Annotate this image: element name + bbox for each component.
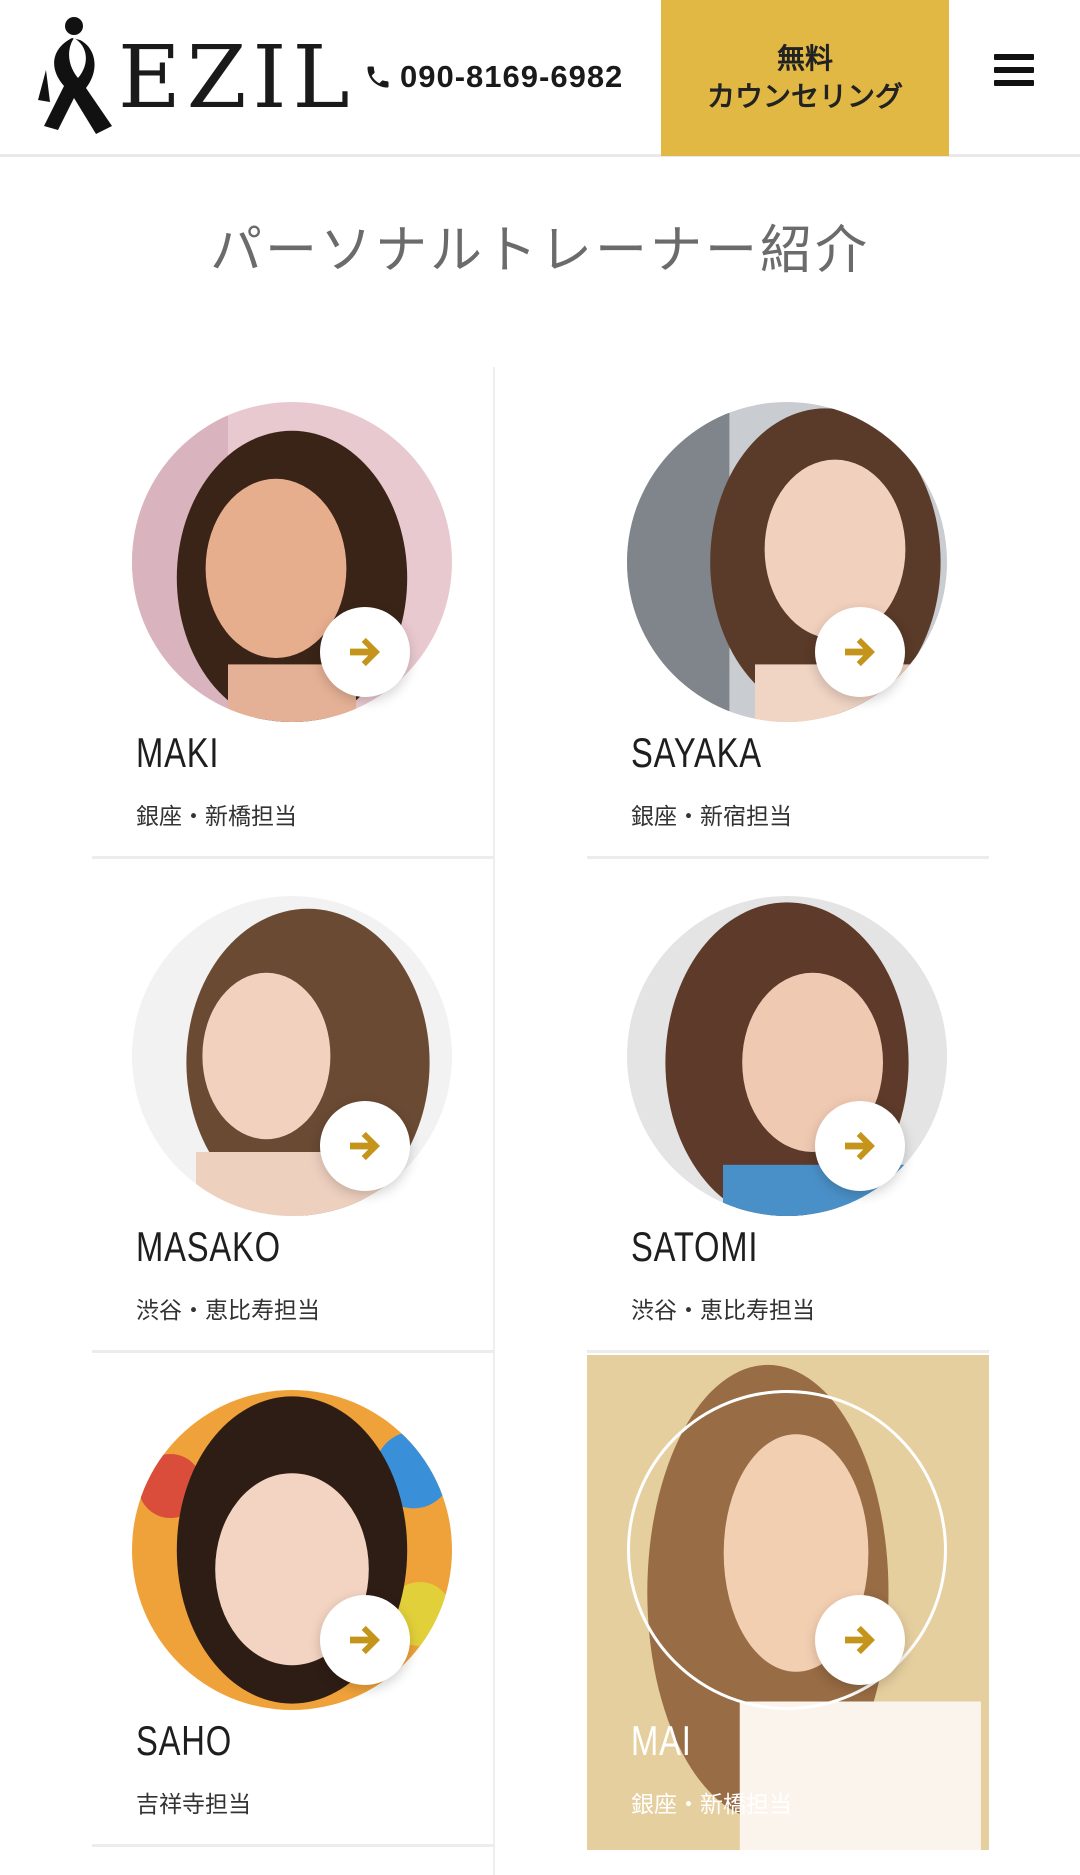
arrow-right-icon: [845, 1625, 875, 1655]
trainer-name: MAKI: [136, 729, 220, 776]
arrow-right-icon: [350, 637, 380, 667]
trainer-area: 銀座・新橋担当: [136, 804, 297, 830]
trainer-area: 吉祥寺担当: [136, 1792, 251, 1818]
trainer-name: MAI: [631, 1717, 692, 1764]
page-title: パーソナルトレーナー紹介: [209, 221, 870, 281]
profile-arrow-button[interactable]: [320, 1595, 410, 1685]
card-divider: [92, 1350, 494, 1353]
hamburger-menu-icon[interactable]: [994, 54, 1034, 88]
profile-arrow-button[interactable]: [815, 1101, 905, 1191]
card-divider: [587, 856, 989, 859]
arrow-right-icon: [845, 637, 875, 667]
profile-arrow-button[interactable]: [320, 1101, 410, 1191]
phone-number: 090-8169-6982: [400, 59, 624, 94]
profile-arrow-button[interactable]: [320, 607, 410, 697]
site-logo[interactable]: EZIL: [34, 8, 350, 140]
trainer-card-mai[interactable]: MAI 銀座・新橋担当: [587, 1355, 989, 1850]
trainer-name: SATOMI: [631, 1223, 759, 1270]
site-header: EZIL 090-8169-6982 無料 カウンセリング: [0, 0, 1080, 157]
trainer-area: 銀座・新宿担当: [631, 804, 792, 830]
arrow-right-icon: [350, 1131, 380, 1161]
trainer-name: MASAKO: [136, 1223, 281, 1270]
profile-arrow-button[interactable]: [815, 607, 905, 697]
trainer-area: 銀座・新橋担当: [631, 1792, 792, 1818]
card-divider: [587, 1350, 989, 1353]
trainer-name: SAHO: [136, 1717, 232, 1764]
card-divider: [92, 1844, 494, 1847]
cta-line2: カウンセリング: [706, 80, 903, 113]
trainer-card-maki[interactable]: MAKI 銀座・新橋担当: [92, 367, 494, 859]
trainer-card-satomi[interactable]: SATOMI 渋谷・恵比寿担当: [587, 861, 989, 1353]
logo-text: EZIL: [118, 28, 356, 128]
ribbon-figure-logo-icon: [38, 17, 112, 134]
trainer-card-saho[interactable]: SAHO 吉祥寺担当: [92, 1355, 494, 1847]
trainer-area: 渋谷・恵比寿担当: [136, 1298, 320, 1324]
trainer-name: SAYAKA: [631, 729, 762, 776]
cta-line1: 無料: [776, 42, 833, 75]
arrow-right-icon: [350, 1625, 380, 1655]
trainer-area: 渋谷・恵比寿担当: [631, 1298, 815, 1324]
card-divider: [92, 856, 494, 859]
phone-icon: [367, 66, 389, 88]
profile-arrow-button[interactable]: [815, 1595, 905, 1685]
arrow-right-icon: [845, 1131, 875, 1161]
trainer-card-sayaka[interactable]: SAYAKA 銀座・新宿担当: [587, 367, 989, 859]
trainer-card-masako[interactable]: MASAKO 渋谷・恵比寿担当: [92, 861, 494, 1353]
free-counseling-button[interactable]: 無料 カウンセリング: [661, 0, 949, 156]
phone-link[interactable]: 090-8169-6982: [364, 52, 623, 102]
